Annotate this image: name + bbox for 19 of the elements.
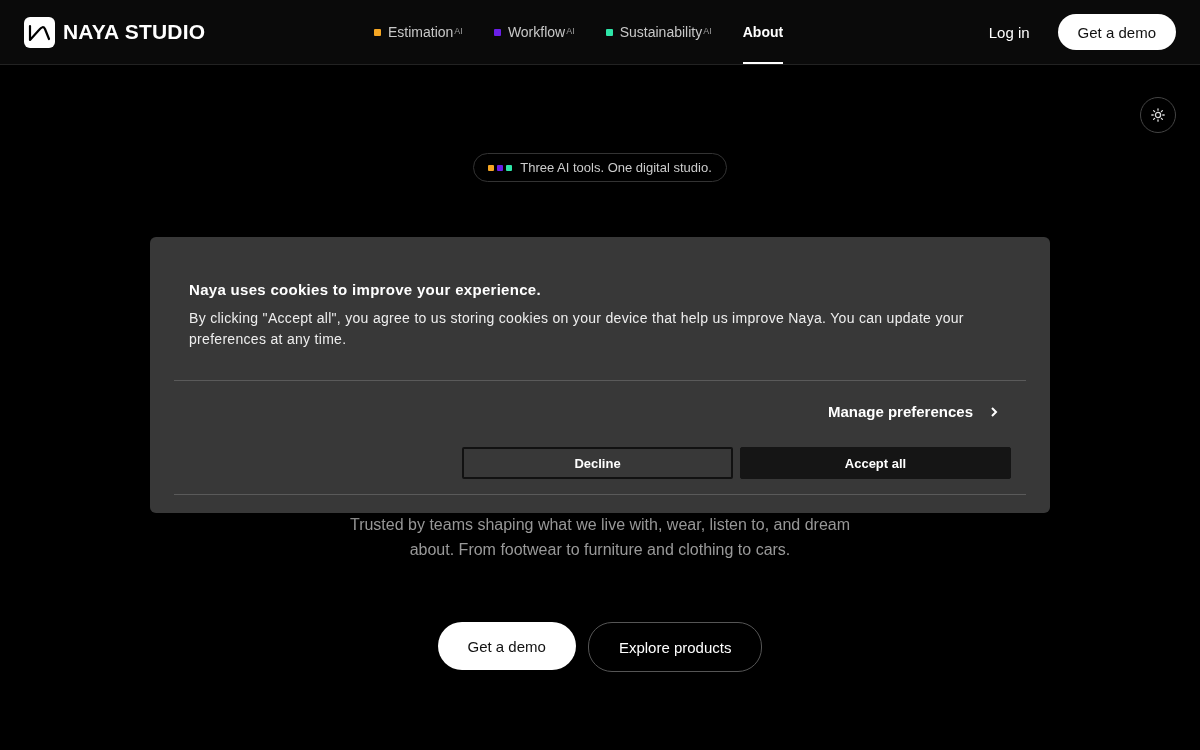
dialog-text: By clicking "Accept all", you agree to us storing cookies on your device that help us improve Naya. You can update your preferences at any time. xyxy=(189,309,965,349)
nav-link[interactable]: Workflow$^{AI}$ xyxy=(493,0,575,64)
dialog-title: Naya uses cookies to improve your experience. xyxy=(189,281,542,298)
nav-link[interactable]: About xyxy=(742,0,784,64)
accept-button[interactable]: Accept all xyxy=(740,447,1011,479)
nav-link[interactable]: Estimation$^{AI}$ xyxy=(374,0,463,64)
manage-preferences-link[interactable]: Manage preferences xyxy=(827,403,998,420)
nav-link[interactable]: Sustainability$^{AI}$ xyxy=(605,0,712,64)
logo-icon xyxy=(24,16,55,48)
hero-subtitle: Trusted by teams shaping what we live with, wear, listen to, and dream about. From footwear to furniture and clothing to cars. xyxy=(348,515,852,560)
logo-text: NAYA STUDIO xyxy=(63,20,206,44)
chevron-icon xyxy=(990,405,998,418)
sun-icon xyxy=(1151,108,1165,122)
tagline-text: Three AI tools. One digital studio. xyxy=(520,160,712,175)
explore-button[interactable]: Explore products xyxy=(587,622,763,672)
decline-button[interactable]: Decline xyxy=(462,447,733,479)
demo-button[interactable]: Get a demo xyxy=(1057,14,1176,50)
login-link[interactable]: Log in xyxy=(988,23,1030,41)
demo-button[interactable]: Get a demo xyxy=(437,622,576,670)
